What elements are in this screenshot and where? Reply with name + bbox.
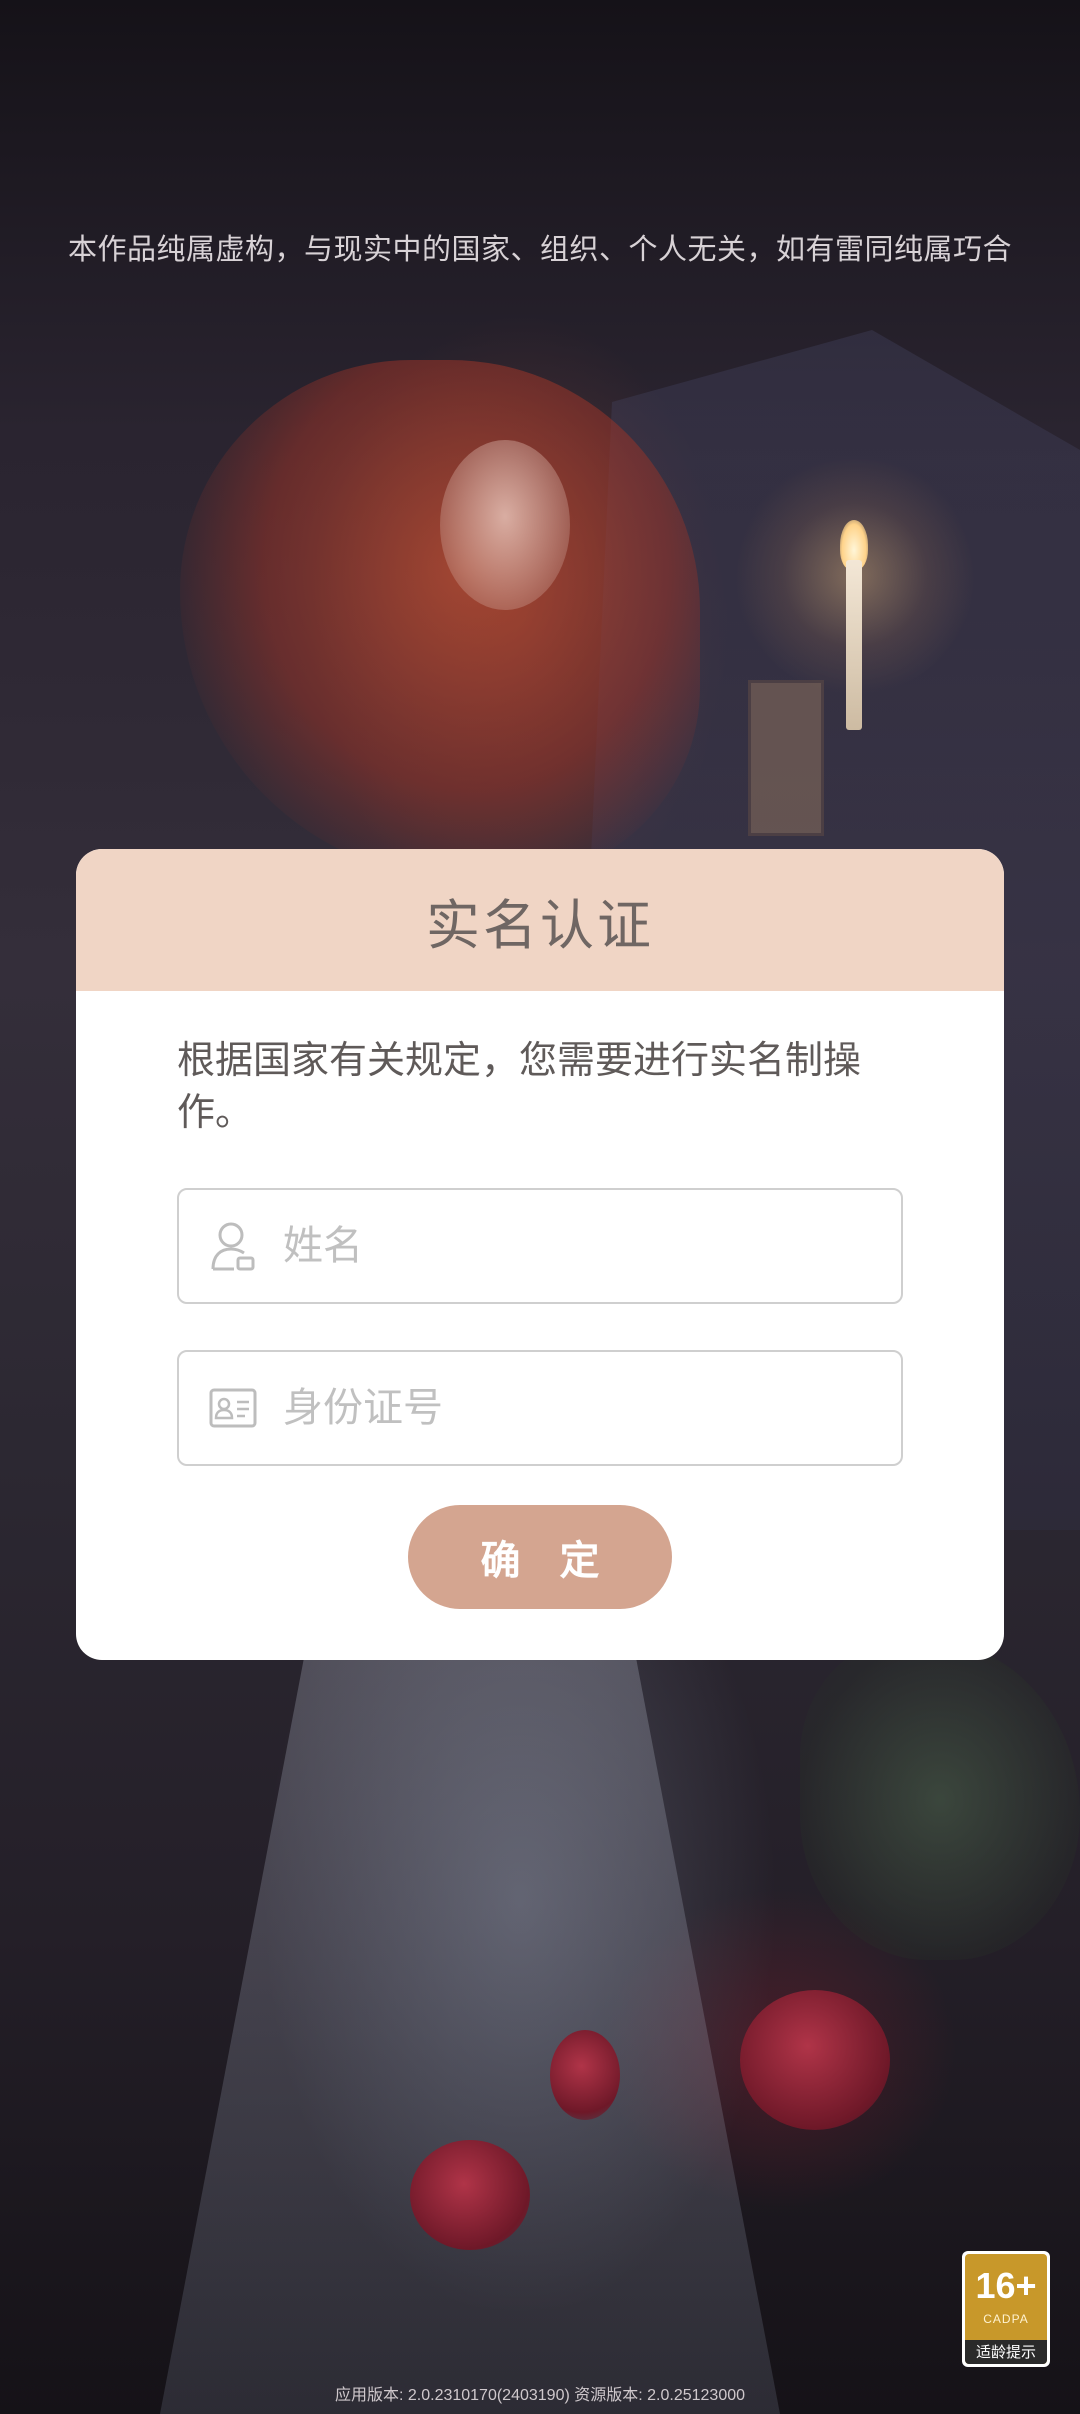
age-rating-org: CADPA: [983, 2312, 1029, 2326]
version-text: 应用版本: 2.0.2310170(2403190) 资源版本: 2.0.251…: [334, 2387, 746, 2404]
background-window: [748, 680, 824, 836]
age-rating-tip: 适龄提示: [965, 2340, 1047, 2364]
real-name-auth-dialog: 实名认证 根据国家有关规定，您需要进行实名制操作。 确 定: [76, 849, 1004, 1660]
background-rose: [740, 1990, 890, 2130]
id-number-input[interactable]: [283, 1385, 843, 1431]
confirm-button[interactable]: 确 定: [408, 1505, 672, 1609]
id-number-field[interactable]: [177, 1350, 903, 1466]
disclaimer-text: 本作品纯属虚构，与现实中的国家、组织、个人无关，如有雷同纯属巧合: [67, 232, 1012, 266]
name-field[interactable]: [177, 1188, 903, 1304]
dialog-message: 根据国家有关规定，您需要进行实名制操作。: [177, 1038, 862, 1134]
id-card-icon: [209, 1382, 257, 1434]
age-badge-inner: 16+ CADPA 适龄提示: [965, 2254, 1047, 2364]
name-input[interactable]: [283, 1223, 843, 1269]
background-rose: [550, 2030, 620, 2120]
dialog-header: 实名认证: [76, 849, 1004, 991]
age-rating-text: 16+: [975, 2265, 1037, 2306]
background-rose: [410, 2140, 530, 2250]
background-character-face: [440, 440, 570, 610]
background-candle: [846, 560, 862, 730]
background-leaves: [800, 1640, 1080, 1960]
background-character-dress: [160, 1600, 780, 2414]
background-character-hair: [180, 360, 700, 880]
user-icon: [209, 1220, 257, 1272]
dialog-title: 实名认证: [426, 893, 654, 957]
age-rating-badge[interactable]: 16+ CADPA 适龄提示: [962, 2251, 1050, 2367]
